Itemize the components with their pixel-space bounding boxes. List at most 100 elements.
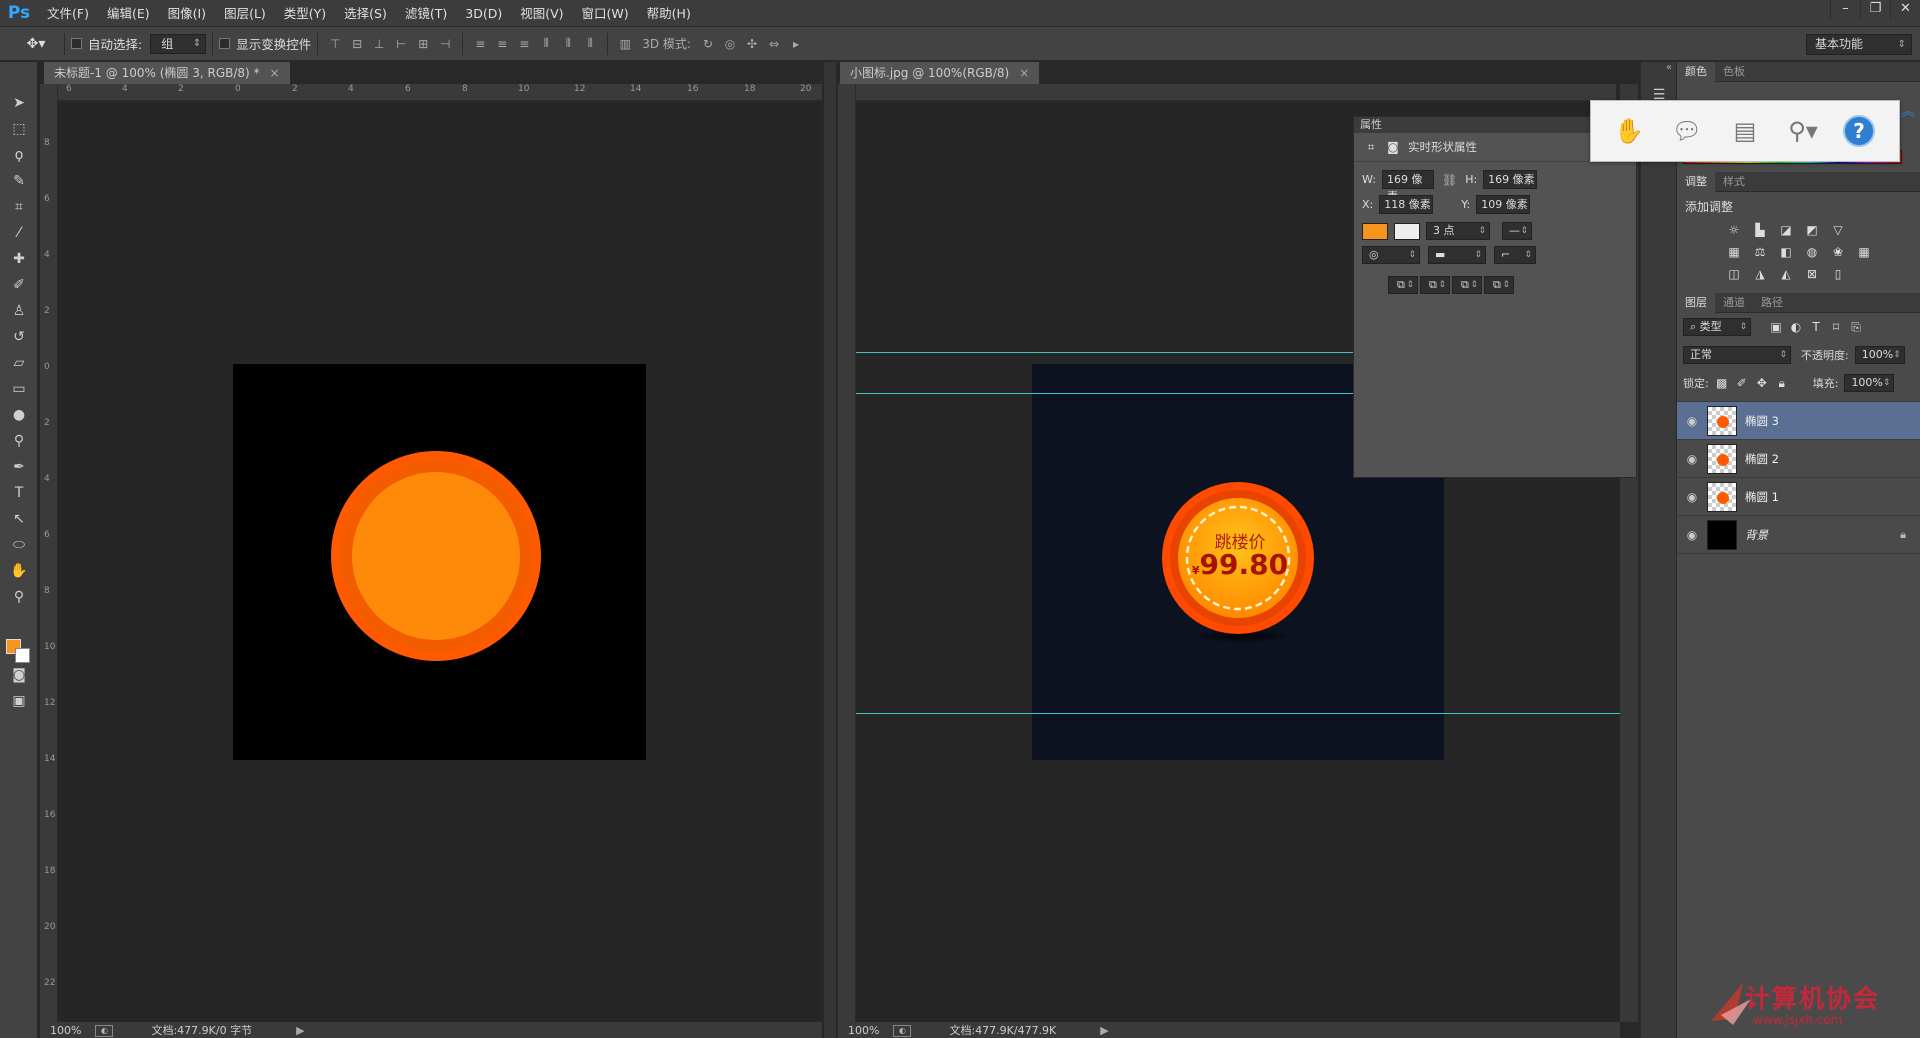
3d-slide-icon[interactable]: ⇔ [763,33,785,55]
width-input[interactable]: 169 像素 [1381,170,1434,203]
search-document-icon[interactable]: ⚲▾ [1785,113,1821,149]
distribute-bottom-icon[interactable]: ≡ [513,33,535,55]
eyedropper-tool-icon[interactable]: ⁄ [0,220,38,246]
visibility-eye-icon[interactable]: ◉ [1677,528,1707,542]
align-left-icon[interactable]: ⊢ [390,33,412,55]
y-input[interactable]: 109 像素 [1476,195,1531,214]
tab-channels[interactable]: 通道 [1715,293,1753,313]
menu-image[interactable]: 图像(I) [159,0,215,27]
lock-position-icon[interactable]: ✥ [1755,376,1769,390]
document-tab-1[interactable]: 未标题-1 @ 100% (椭圆 3, RGB/8) * × [44,62,291,84]
intersect-shape-icon[interactable]: ⧉ [1452,276,1482,294]
properties-panel[interactable]: 属性 ⌗ ◙ 实时形状属性 W: 169 像素 ⛓ H: 169 像素 X: 1… [1353,116,1637,478]
mask-properties-icon[interactable]: ◙ [1386,140,1400,154]
collapse-arrow-icon[interactable]: ︽ [1901,101,1915,163]
invert-icon[interactable]: ◫ [1727,267,1741,281]
comment-icon[interactable]: 💬︎ [1669,113,1705,149]
vibrance-icon[interactable]: ▽ [1831,223,1845,237]
layer-filter-dropdown[interactable]: ⌕ 类型 [1683,318,1751,336]
background-color-swatch[interactable] [15,648,30,663]
align-vcenter-icon[interactable]: ⊟ [346,33,368,55]
tab-color[interactable]: 颜色 [1677,61,1715,82]
collapse-dock-icon[interactable]: « [1641,62,1676,82]
move-tool-icon[interactable]: ➤ [0,90,38,116]
dodge-tool-icon[interactable]: ⚲ [0,428,38,454]
distribute-right-icon[interactable]: ⦀ [579,33,601,55]
hue-saturation-icon[interactable]: ▦ [1727,245,1741,259]
status-menu-icon[interactable]: ◐ [95,1025,114,1037]
status-menu-icon[interactable]: ◐ [893,1025,912,1037]
layer-row-background[interactable]: ◉ 背景 🔒︎ [1677,516,1920,554]
3d-scale-icon[interactable]: ▸ [785,33,807,55]
menu-select[interactable]: 选择(S) [335,0,396,27]
filter-shape-icon[interactable]: ⌑ [1829,320,1843,334]
align-hcenter-icon[interactable]: ⊞ [412,33,434,55]
lock-pixels-icon[interactable]: ✐ [1735,376,1749,390]
posterize-icon[interactable]: ◮ [1753,267,1767,281]
exposure-icon[interactable]: ◩ [1805,223,1819,237]
distribute-vcenter-icon[interactable]: ≡ [491,33,513,55]
close-tab-icon[interactable]: × [1019,66,1029,80]
status-arrow-icon[interactable]: ▶ [1100,1022,1108,1038]
stroke-align-dropdown[interactable]: ◎ [1362,246,1420,264]
pen-tool-icon[interactable]: ✒ [0,454,38,480]
healing-brush-tool-icon[interactable]: ✚ [0,246,38,272]
selective-color-icon[interactable]: ⊠ [1805,267,1819,281]
combine-shapes-icon[interactable]: ⧉ [1388,276,1418,294]
tab-swatches[interactable]: 色板 [1715,62,1753,82]
subtract-shape-icon[interactable]: ⧉ [1420,276,1450,294]
help-icon[interactable]: ? [1843,115,1875,147]
stroke-corner-dropdown[interactable]: ⌐ [1494,246,1536,264]
move-tool-preset-icon[interactable]: ✥▾ [14,31,58,57]
levels-icon[interactable]: ▙ [1753,223,1767,237]
lock-all-icon[interactable]: 🔒︎ [1775,376,1789,390]
status-arrow-icon[interactable]: ▶ [296,1022,304,1038]
filter-pixel-icon[interactable]: ▣ [1769,320,1783,334]
eraser-tool-icon[interactable]: ▱ [0,350,38,376]
layer-row-ellipse-2[interactable]: ◉ 椭圆 2 [1677,440,1920,478]
photo-filter-icon[interactable]: ◍ [1805,245,1819,259]
layer-row-ellipse-1[interactable]: ◉ 椭圆 1 [1677,478,1920,516]
history-brush-tool-icon[interactable]: ↺ [0,324,38,350]
tab-adjustments[interactable]: 调整 [1677,171,1715,192]
show-transform-checkbox[interactable] [219,38,231,49]
3d-rotate-icon[interactable]: ↻ [697,33,719,55]
filter-type-icon[interactable]: T [1809,320,1823,334]
color-balance-icon[interactable]: ⚖ [1753,245,1767,259]
align-bottom-icon[interactable]: ⊥ [368,33,390,55]
close-button[interactable]: ✕ [1890,0,1920,19]
hand-tool-icon[interactable]: ✋ [0,558,38,584]
black-white-icon[interactable]: ◧ [1779,245,1793,259]
menu-help[interactable]: 帮助(H) [638,0,700,27]
menu-type[interactable]: 类型(Y) [275,0,335,27]
brush-tool-icon[interactable]: ✐ [0,272,38,298]
menu-3d[interactable]: 3D(D) [456,0,511,27]
workspace-dropdown[interactable]: 基本功能 [1806,34,1912,55]
marquee-tool-icon[interactable]: ⬚ [0,116,38,142]
menu-edit[interactable]: 编辑(E) [98,0,159,27]
canvas-area-1[interactable] [58,102,822,1024]
auto-select-dropdown[interactable]: 组 [150,33,207,54]
filter-adjust-icon[interactable]: ◐ [1789,320,1803,334]
tab-layers[interactable]: 图层 [1677,292,1715,313]
color-lookup-icon[interactable]: ▦ [1857,245,1871,259]
opacity-input[interactable]: 100% [1854,346,1905,364]
guide-line[interactable] [856,713,1620,714]
stroke-cap-dropdown[interactable]: ▬ [1428,246,1486,264]
stroke-color-swatch[interactable] [1394,222,1420,240]
exclude-shape-icon[interactable]: ⧉ [1484,276,1514,294]
menu-window[interactable]: 窗口(W) [573,0,638,27]
menu-filter[interactable]: 滤镜(T) [396,0,456,27]
channel-mixer-icon[interactable]: ❀ [1831,245,1845,259]
document-tab-2[interactable]: 小图标.jpg @ 100%(RGB/8) × [840,62,1041,84]
document-edit-icon[interactable]: ▤ [1727,113,1763,149]
hand-icon[interactable]: ✋ [1611,113,1647,149]
close-tab-icon[interactable]: × [270,66,280,80]
fill-input[interactable]: 100% [1844,374,1895,392]
3d-drag-icon[interactable]: ✣ [741,33,763,55]
filter-smart-icon[interactable]: ⎘ [1849,320,1863,334]
curves-icon[interactable]: ◪ [1779,223,1793,237]
quick-select-tool-icon[interactable]: ✎ [0,168,38,194]
lock-transparent-icon[interactable]: ▩ [1715,376,1729,390]
restore-button[interactable]: ❐ [1860,0,1890,19]
